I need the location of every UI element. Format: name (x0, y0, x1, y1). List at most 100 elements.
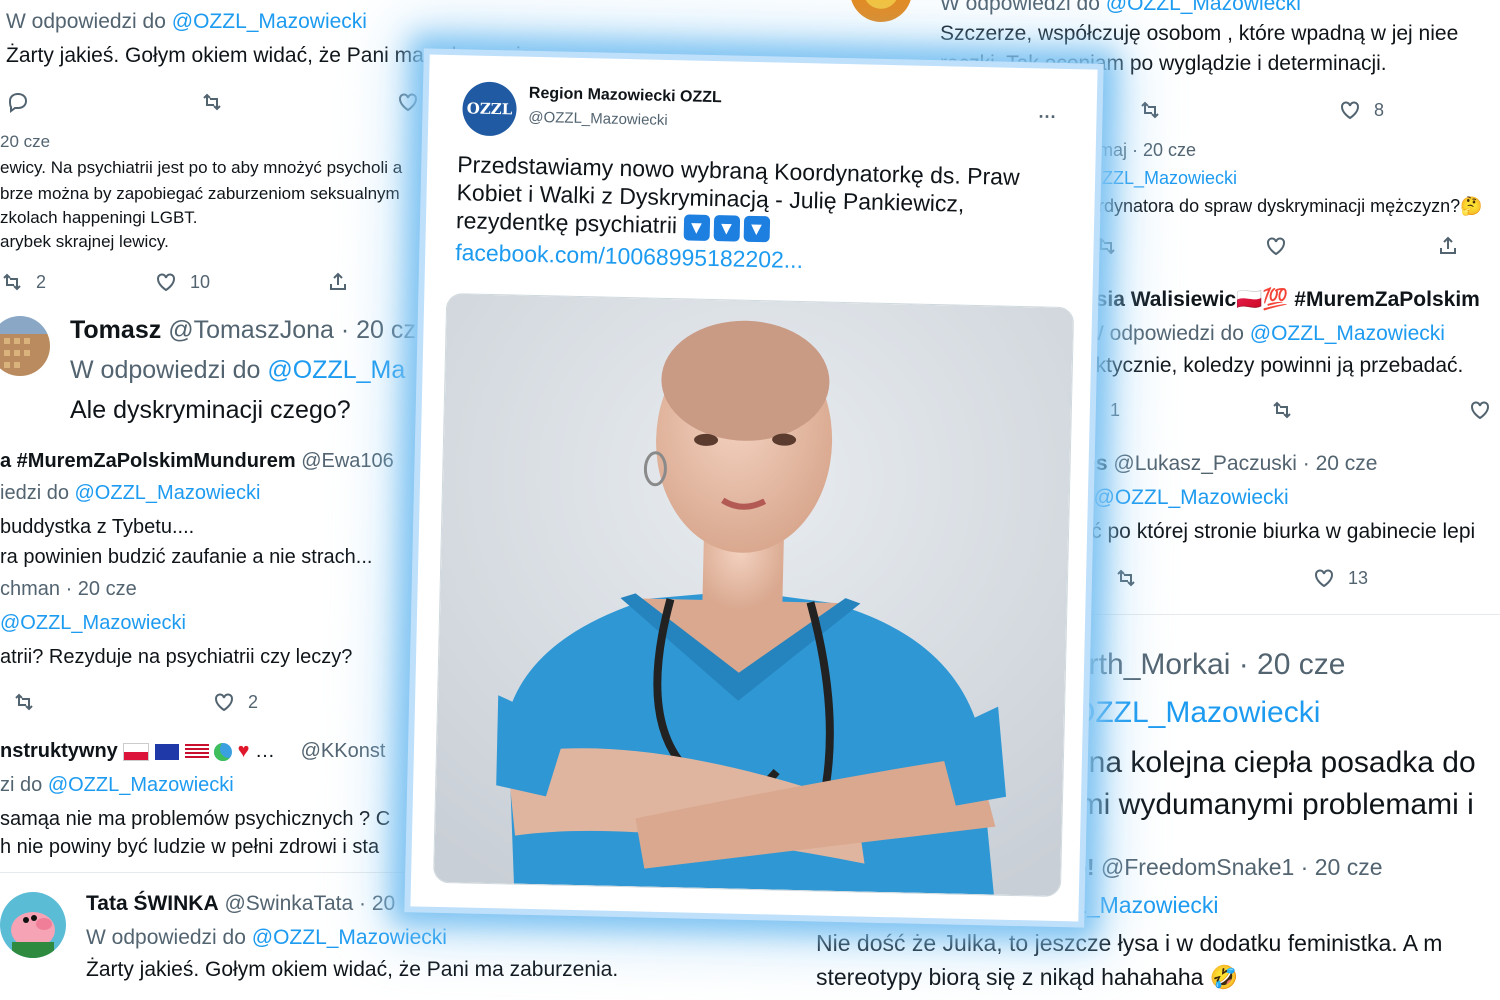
author-name[interactable]: Tata ŚWINKA (86, 892, 219, 915)
tweet-morkai: arth_Morkai · 20 cze OZZL_Mazowiecki ona… (1064, 620, 1500, 840)
heart-emoji-icon: ♥ (237, 740, 250, 762)
like-count: 8 (1374, 99, 1385, 120)
author-handle: @FreedomSnake1 · 20 cze (1100, 854, 1383, 880)
tweet-link[interactable]: facebook.com/10068995182202... (455, 239, 803, 274)
retweet-icon (1117, 569, 1135, 587)
author-handle: @Ewa106 (301, 450, 394, 472)
pig-icon (11, 912, 55, 958)
heart-icon (157, 273, 175, 292)
reply-to-label: W odpowiedzi do (1084, 322, 1244, 345)
avatar[interactable]: OZZL (461, 81, 518, 137)
reply-to-label: W odpowiedzi do (6, 10, 166, 33)
reply-action[interactable] (6, 90, 30, 114)
tweet-text: ordynatora do spraw dyskryminacji mężczy… (1088, 196, 1483, 216)
like-action[interactable]: 8 (1338, 98, 1384, 122)
mention-link[interactable]: @OZZL_Mazowiecki (0, 612, 186, 635)
mention-link[interactable]: OZZL_Mazowiecki (1088, 168, 1237, 189)
author-handle: @KKonst (300, 740, 386, 762)
main-tweet-card[interactable]: OZZL Region Mazowiecki OZZL @OZZL_Mazowi… (410, 54, 1098, 922)
like-action[interactable]: 2 (212, 690, 258, 714)
retweet-action[interactable] (200, 90, 224, 114)
tweet-photo[interactable] (432, 292, 1075, 898)
share-icon (330, 272, 346, 290)
tweet-line: ewicy. Na psychiatrii jest po to aby mno… (0, 158, 403, 177)
heart-icon (1341, 101, 1359, 120)
us-flag-icon (184, 743, 209, 760)
retweet-icon (3, 273, 21, 291)
retweet-icon (1097, 237, 1115, 255)
like-action[interactable] (1468, 398, 1492, 422)
mention-link[interactable]: @OZZL_Mazowiecki (252, 926, 447, 949)
avatar[interactable] (0, 316, 50, 376)
heart-icon (399, 93, 417, 112)
like-count: 13 (1348, 567, 1369, 588)
mention-link[interactable]: @OZZL_Mazowiecki (1250, 322, 1445, 345)
mention-link[interactable]: @OZZL_Mazowiecki (1106, 0, 1301, 15)
share-action[interactable] (1436, 234, 1460, 258)
tweet-chman: chman · 20 cze @OZZL_Mazowiecki atrii? R… (0, 574, 440, 724)
retweet-action[interactable] (1114, 566, 1138, 590)
author-name[interactable]: chman · 20 cze (0, 578, 137, 601)
retweet-action[interactable] (1138, 98, 1162, 122)
tweet-top-left: W odpowiedzi do @OZZL_Mazowiecki Żarty j… (0, 0, 538, 120)
tweet-text: Ale dyskryminacji czego? (70, 396, 351, 424)
mention-link[interactable]: @OZZL_Mazowiecki (48, 774, 234, 796)
retweet-icon (203, 93, 221, 111)
share-action[interactable] (326, 270, 350, 294)
tweet-line: ra powinien budzić zaufanie a nie strach… (0, 546, 373, 568)
tweet-line: Nie dość że Julka, to jeszcze łysa i w d… (816, 930, 1443, 956)
retweet-action[interactable]: 2 (0, 270, 46, 294)
author-name[interactable]: nstruktywny (0, 740, 118, 762)
like-action[interactable] (396, 90, 420, 114)
mention-link[interactable]: ZL_Mazowiecki (1060, 892, 1219, 919)
reply-to-label: W odpowiedzi do (940, 0, 1100, 15)
heart-icon (1471, 401, 1489, 420)
tweet-right-2: 3maj · 20 cze OZZL_Mazowiecki ordynatora… (1080, 130, 1500, 278)
divider (1080, 614, 1500, 615)
like-action[interactable] (1264, 234, 1288, 258)
mention-link[interactable]: OZZL_Mazowiecki (1072, 696, 1320, 730)
avatar[interactable] (0, 892, 66, 958)
display-name[interactable]: Region Mazowiecki OZZL (529, 85, 722, 107)
tweet-asia: asia Walisiewic🇵🇱💯 #MuremZaPolskim W odp… (1080, 278, 1500, 434)
like-action[interactable]: 10 (154, 270, 210, 294)
like-count: 10 (190, 271, 211, 292)
reply-to-label: W odpowiedzi do (86, 926, 246, 949)
mention-link[interactable]: o @OZZL_Mazowiecki (1076, 486, 1289, 510)
tweet-line: imi wydumanymi problemami i (1072, 788, 1474, 821)
author-name[interactable]: a #MuremZaPolskimMundurem (0, 450, 296, 472)
tweet-line: Szczerze, współczuję osobom , które wpad… (940, 22, 1459, 45)
tweet-line: h nie powiny być ludzie w pełni zdrowi i… (0, 836, 380, 858)
tweet-line: ona kolejna ciepła posadka do (1072, 746, 1476, 779)
tweet-lukasz: res @Lukasz_Paczuski · 20 cze o @OZZL_Ma… (1076, 440, 1500, 610)
more-options-button[interactable]: ··· (1038, 106, 1056, 127)
author-handle: @SwinkaTata · 20 (224, 892, 396, 915)
author-handle: @TomaszJona · 20 cz (168, 316, 416, 344)
retweet-icon (15, 693, 33, 711)
heart-icon (215, 693, 233, 712)
mention-link[interactable]: @OZZL_Ma (267, 356, 405, 384)
author-handle: @OZZL_Mazowiecki (528, 108, 668, 129)
tweet-line: stereotypy biorą się z nikąd hahahaha 🤣 (816, 964, 1239, 990)
retweet-icon (1141, 101, 1159, 119)
heart-icon (1315, 569, 1333, 588)
author-name[interactable]: asia Walisiewic🇵🇱💯 #MuremZaPolskim (1084, 288, 1480, 312)
mention-link[interactable]: @OZZL_Mazowiecki (172, 10, 367, 33)
reply-to-label: zi do (0, 774, 43, 796)
like-action[interactable]: 13 (1312, 566, 1368, 590)
tweet-line: arybek skrajnej lewicy. (0, 232, 169, 251)
retweet-action[interactable] (1270, 398, 1294, 422)
down-arrow-emoji-icon: ▼ (683, 214, 710, 241)
retweet-count: 2 (36, 271, 47, 292)
mention-link[interactable]: @OZZL_Mazowiecki (75, 482, 261, 504)
like-count: 2 (248, 691, 259, 712)
author-name[interactable]: Tomasz (70, 316, 161, 344)
tweet-line: brze można by zapobiegać zaburzeniom sek… (0, 184, 400, 203)
tweet-text: atrii? Rezyduje na psychiatrii czy leczy… (0, 646, 353, 668)
retweet-action[interactable] (1094, 234, 1118, 258)
avatar[interactable] (850, 0, 912, 22)
retweet-action[interactable] (12, 690, 36, 714)
author-handle: @Lukasz_Paczuski · 20 cze (1113, 452, 1378, 475)
poland-flag-icon (123, 742, 150, 761)
author-name[interactable]: arth_Morkai · 20 cze (1072, 648, 1345, 682)
